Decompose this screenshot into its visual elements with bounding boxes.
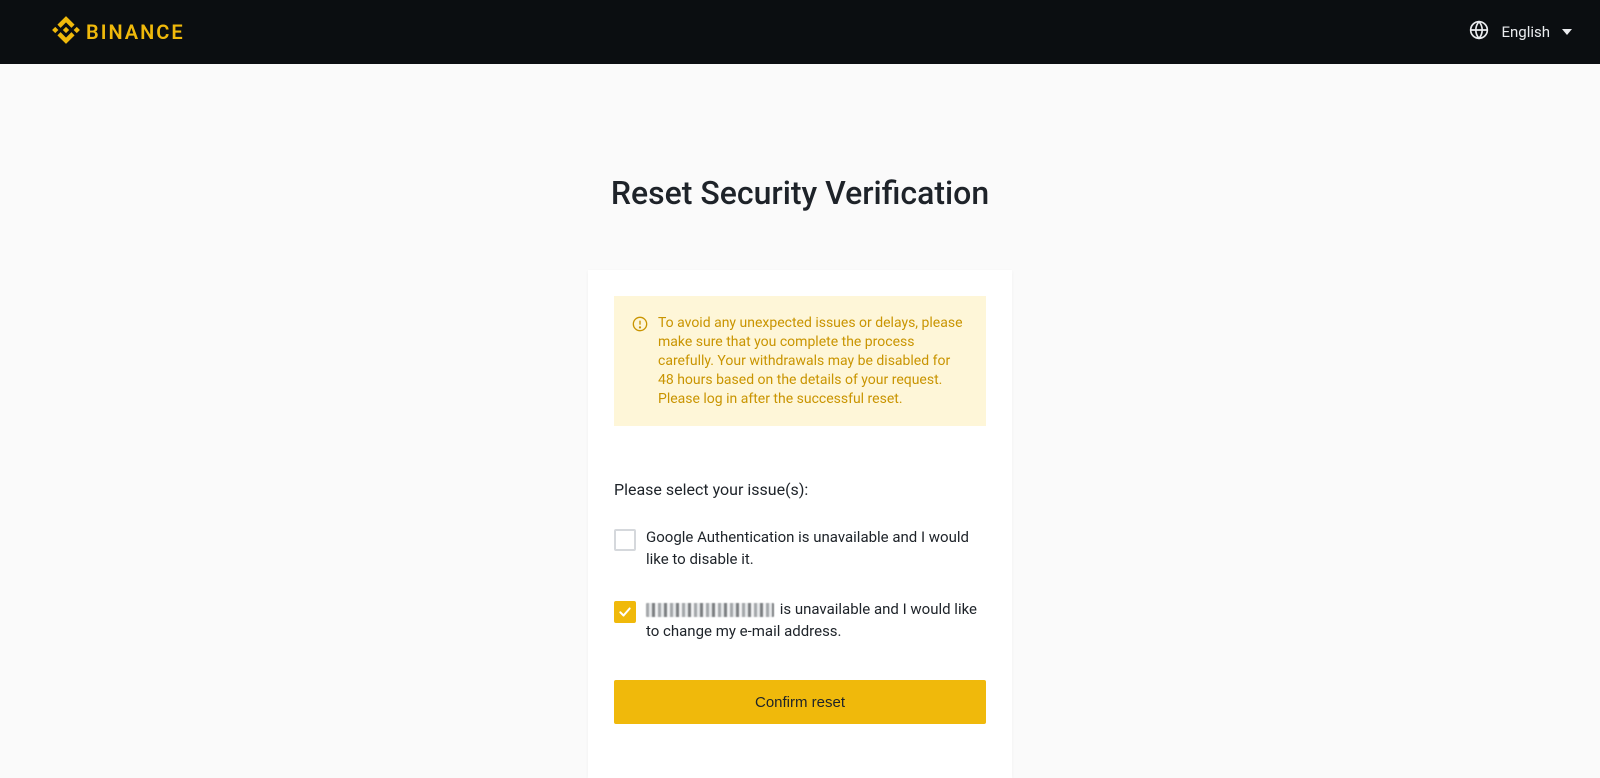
option-email-change[interactable]: is unavailable and I would like to chang… <box>614 599 986 643</box>
chevron-down-icon <box>1562 29 1572 35</box>
app-header: BINANCE English <box>0 0 1600 64</box>
page-title: Reset Security Verification <box>0 174 1600 212</box>
binance-mark-icon <box>52 16 80 48</box>
language-label: English <box>1501 23 1550 41</box>
globe-icon <box>1469 20 1489 44</box>
warning-icon <box>632 316 648 408</box>
brand-name: BINANCE <box>86 20 185 44</box>
checkbox[interactable] <box>614 601 636 623</box>
option-google-auth[interactable]: Google Authentication is unavailable and… <box>614 527 986 571</box>
reset-card: To avoid any unexpected issues or delays… <box>588 270 1012 778</box>
checkbox[interactable] <box>614 529 636 551</box>
option-label: Google Authentication is unavailable and… <box>646 527 986 571</box>
brand-logo[interactable]: BINANCE <box>52 16 185 48</box>
confirm-reset-button[interactable]: Confirm reset <box>614 680 986 724</box>
main-content: Reset Security Verification To avoid any… <box>0 174 1600 778</box>
select-issue-prompt: Please select your issue(s): <box>614 480 986 499</box>
warning-text: To avoid any unexpected issues or delays… <box>658 314 966 408</box>
language-switcher[interactable]: English <box>1469 20 1572 44</box>
warning-banner: To avoid any unexpected issues or delays… <box>614 296 986 426</box>
redacted-email <box>646 603 774 617</box>
option-label: is unavailable and I would like to chang… <box>646 599 986 643</box>
